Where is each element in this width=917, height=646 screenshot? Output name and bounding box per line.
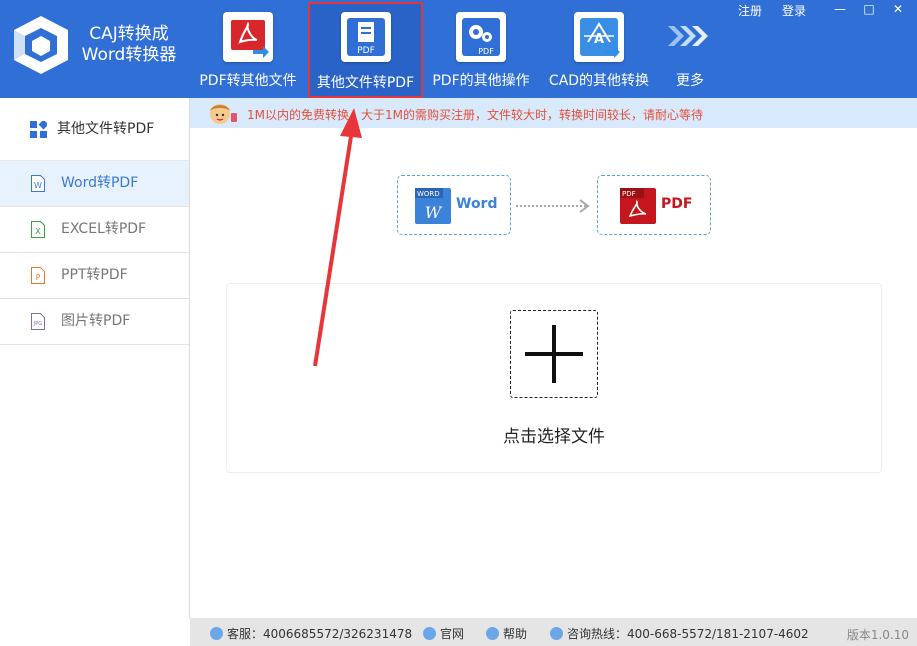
help-icon [486, 627, 499, 640]
svg-text:W: W [34, 181, 42, 190]
close-button[interactable]: ✕ [884, 0, 912, 18]
customer-service: 客服：4006685572/326231478 [210, 625, 412, 642]
svg-text:X: X [35, 227, 41, 236]
word-doc-icon: WORD W [415, 188, 451, 224]
source-format-box: WORD W Word [397, 175, 511, 235]
pdf-doc-icon: PDF [620, 188, 656, 224]
pdf-acrobat-icon [223, 12, 273, 62]
top-toolbar: CAJ转换成 Word转换器 PDF转其他文件 PDF 其他文件转PDF PDF… [0, 0, 917, 98]
word-badge-text: WORD [417, 190, 440, 198]
excel-file-icon: X [31, 221, 45, 238]
mascot-icon [210, 104, 237, 124]
version-label: 版本1.0.10 [846, 628, 909, 642]
select-file-label[interactable]: 点击选择文件 [227, 422, 881, 447]
sidebar-item-excel-to-pdf[interactable]: X EXCEL转PDF [0, 207, 189, 253]
app-title-line2: Word转换器 [81, 45, 177, 65]
sidebar-item-label: EXCEL转PDF [61, 221, 147, 237]
sidebar-header-label: 其他文件转PDF [57, 121, 155, 137]
maximize-button[interactable]: □ [855, 0, 883, 18]
nav-cad-other[interactable]: A CAD的其他转换 [546, 0, 652, 98]
plus-icon [525, 325, 583, 383]
grid-icon [30, 121, 47, 138]
ppt-file-icon: P [31, 267, 45, 284]
service-icon [210, 627, 223, 640]
hotline: 咨询热线：400-668-5572/181-2107-4602 [550, 625, 809, 642]
sidebar-item-ppt-to-pdf[interactable]: P PPT转PDF [0, 253, 189, 299]
app-title: CAJ转换成 Word转换器 [79, 24, 179, 66]
source-format-label: Word [456, 196, 498, 212]
target-format-label: PDF [661, 196, 693, 212]
pdf-badge-text: PDF [622, 190, 636, 198]
image-file-icon: JPG [31, 313, 45, 330]
word-letter-text: W [425, 203, 443, 222]
nav-more[interactable]: 更多 [664, 0, 716, 98]
file-to-pdf-icon: PDF [341, 12, 391, 62]
svg-text:JPG: JPG [33, 321, 42, 327]
app-title-line1: CAJ转换成 [89, 24, 169, 44]
notice-text: 1M以内的免费转换，大于1M的需购买注册，文件较大时，转换时间较长，请耐心等待 [247, 108, 703, 122]
svg-text:PDF: PDF [478, 47, 494, 56]
login-link[interactable]: 登录 [782, 2, 806, 19]
sidebar-header: 其他文件转PDF [0, 98, 189, 161]
sidebar-item-label: Word转PDF [61, 175, 139, 191]
select-file-button[interactable] [510, 310, 598, 398]
arrow-right-icon [516, 199, 590, 213]
target-format-box: PDF PDF [597, 175, 711, 235]
cad-icon: A [574, 12, 624, 62]
nav-other-to-pdf[interactable]: PDF 其他文件转PDF [308, 2, 423, 98]
notice-bar: 1M以内的免费转换，大于1M的需购买注册，文件较大时，转换时间较长，请耐心等待 [190, 98, 917, 128]
minimize-button[interactable]: — [826, 0, 854, 18]
sidebar-item-image-to-pdf[interactable]: JPG 图片转PDF [0, 299, 189, 345]
sidebar-item-label: 图片转PDF [61, 313, 131, 329]
phone-icon [550, 627, 563, 640]
more-arrows-icon [668, 26, 708, 46]
upload-area[interactable]: 点击选择文件 [226, 283, 882, 473]
svg-text:P: P [36, 273, 41, 282]
nav-pdf-to-other[interactable]: PDF转其他文件 [194, 0, 302, 98]
status-bar: 客服：4006685572/326231478 官网 帮助 咨询热线：400-6… [190, 618, 917, 646]
register-link[interactable]: 注册 [738, 2, 762, 19]
app-logo-icon [14, 16, 68, 74]
home-icon [423, 627, 436, 640]
sidebar-item-word-to-pdf[interactable]: W Word转PDF [0, 161, 189, 207]
nav-pdf-other-ops[interactable]: PDF PDF的其他操作 [430, 0, 532, 98]
help-link[interactable]: 帮助 [486, 625, 527, 642]
website-link[interactable]: 官网 [423, 625, 464, 642]
word-file-icon: W [31, 175, 45, 192]
sidebar-item-label: PPT转PDF [61, 267, 128, 283]
svg-text:A: A [594, 32, 604, 47]
pdf-settings-icon: PDF [456, 12, 506, 62]
svg-text:PDF: PDF [357, 46, 375, 56]
sidebar: 其他文件转PDF W Word转PDF X EXCEL转PDF P PPT转PD… [0, 98, 190, 618]
